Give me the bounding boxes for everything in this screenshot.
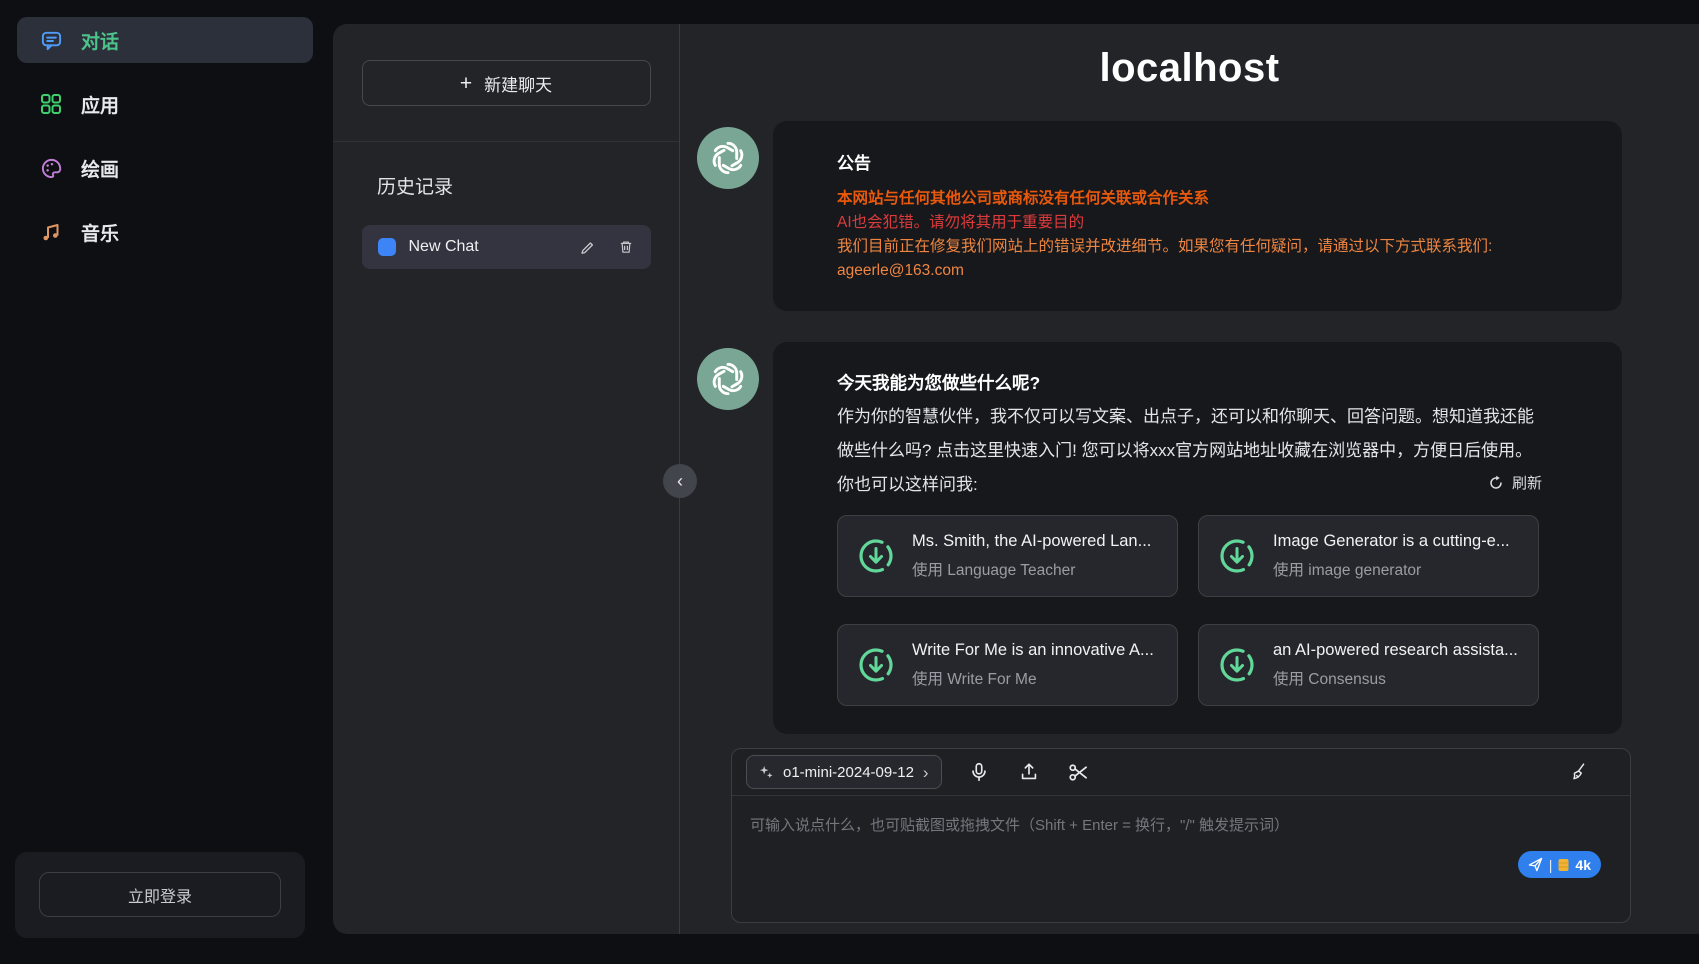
chat-bubble-icon [39, 28, 63, 52]
new-chat-button[interactable]: + 新建聊天 [362, 60, 651, 106]
notice-line: AI也会犯错。请勿将其用于重要目的 [837, 211, 1542, 235]
notice-line: 本网站与任何其他公司或商标没有任何关联或合作关系 [837, 187, 1542, 211]
download-circle-icon [1217, 536, 1257, 576]
download-circle-icon [856, 645, 896, 685]
refresh-icon [1488, 475, 1504, 491]
chat-color-icon [378, 238, 396, 256]
microphone-icon[interactable] [966, 759, 992, 785]
history-divider [333, 141, 679, 142]
refresh-button[interactable]: 刷新 [1488, 472, 1542, 493]
composer-input-area [732, 797, 1630, 922]
composer-toolbar: o1-mini-2024-09-12 › [732, 749, 1630, 796]
chevron-left-icon: ‹ [677, 471, 683, 492]
welcome-bubble: 今天我能为您做些什么呢? 作为你的智慧伙伴，我不仅可以写文案、出点子，还可以和你… [773, 342, 1622, 734]
model-selector[interactable]: o1-mini-2024-09-12 › [746, 755, 942, 789]
palette-icon [39, 156, 63, 180]
chatgpt-logo-icon [706, 357, 750, 401]
message-welcome: 今天我能为您做些什么呢? 作为你的智慧伙伴，我不仅可以写文案、出点子，还可以和你… [697, 342, 1699, 734]
sidebar-item-drawing[interactable]: 绘画 [17, 145, 313, 191]
notice-email-link[interactable]: ageerle@163.com [837, 259, 1542, 283]
sidebar-item-label: 绘画 [81, 155, 119, 182]
sidebar-item-chat[interactable]: 对话 [17, 17, 313, 63]
history-title: 历史记录 [377, 172, 679, 199]
page-title: localhost [680, 46, 1699, 91]
composer: o1-mini-2024-09-12 › [731, 748, 1631, 923]
sidebar-item-label: 应用 [81, 91, 119, 118]
avatar [697, 348, 759, 410]
clear-broom-icon[interactable] [1566, 759, 1592, 785]
suggestion-title: an AI-powered research assista... [1273, 641, 1518, 660]
notice-line: 我们目前正在修复我们网站上的错误并改进细节。如果您有任何疑问，请通过以下方式联系… [837, 235, 1542, 259]
suggestion-card[interactable]: Image Generator is a cutting-e... 使用 ima… [1198, 515, 1539, 597]
download-circle-icon [856, 536, 896, 576]
main-panel: + 新建聊天 历史记录 New Chat ‹ [333, 24, 1699, 934]
suggestion-title: Write For Me is an innovative A... [912, 641, 1154, 660]
sidebar: 对话 应用 绘画 [0, 0, 330, 964]
suggestion-subtitle: 使用 Write For Me [912, 667, 1154, 689]
notice-bubble: 公告 本网站与任何其他公司或商标没有任何关联或合作关系 AI也会犯错。请勿将其用… [773, 121, 1622, 311]
suggestion-subtitle: 使用 Language Teacher [912, 558, 1151, 580]
scissors-icon[interactable] [1066, 759, 1092, 785]
avatar [697, 127, 759, 189]
download-circle-icon [1217, 645, 1257, 685]
chatgpt-logo-icon [706, 136, 750, 180]
suggestion-cards: Ms. Smith, the AI-powered Lan... 使用 Lang… [837, 515, 1542, 706]
upload-icon[interactable] [1016, 759, 1042, 785]
sidebar-item-label: 音乐 [81, 219, 119, 246]
sidebar-item-apps[interactable]: 应用 [17, 81, 313, 127]
welcome-heading: 今天我能为您做些什么呢? [837, 370, 1542, 396]
refresh-label: 刷新 [1512, 472, 1542, 493]
message-notice: 公告 本网站与任何其他公司或商标没有任何关联或合作关系 AI也会犯错。请勿将其用… [697, 121, 1699, 311]
collapse-sidebar-button[interactable]: ‹ [663, 464, 697, 498]
new-chat-label: 新建聊天 [484, 71, 552, 96]
suggestion-card[interactable]: Write For Me is an innovative A... 使用 Wr… [837, 624, 1178, 706]
history-item-title: New Chat [409, 238, 559, 256]
message-input[interactable] [732, 797, 1630, 922]
delete-icon[interactable] [618, 239, 635, 256]
sparkles-icon [759, 765, 774, 780]
suggestion-card[interactable]: an AI-powered research assista... 使用 Con… [1198, 624, 1539, 706]
plus-icon: + [460, 73, 472, 94]
notice-heading: 公告 [837, 149, 1542, 174]
suggestion-subtitle: 使用 image generator [1273, 558, 1510, 580]
edit-icon[interactable] [580, 239, 597, 256]
coin-icon [1558, 858, 1569, 872]
sidebar-item-music[interactable]: 音乐 [17, 209, 313, 255]
welcome-body: 作为你的智慧伙伴，我不仅可以写文案、出点子，还可以和你聊天、回答问题。想知道我还… [837, 400, 1542, 468]
suggestion-subtitle: 使用 Consensus [1273, 667, 1518, 689]
history-item[interactable]: New Chat [362, 225, 651, 269]
suggestion-title: Ms. Smith, the AI-powered Lan... [912, 532, 1151, 551]
token-badge[interactable]: | 4k [1518, 851, 1601, 878]
ask-hint: 你也可以这样问我: [837, 470, 978, 495]
login-button[interactable]: 立即登录 [39, 872, 281, 917]
history-panel: + 新建聊天 历史记录 New Chat ‹ [333, 24, 680, 934]
chat-area: localhost [680, 24, 1699, 934]
suggestion-card[interactable]: Ms. Smith, the AI-powered Lan... 使用 Lang… [837, 515, 1178, 597]
login-card: 立即登录 [15, 852, 305, 938]
suggestion-title: Image Generator is a cutting-e... [1273, 532, 1510, 551]
apps-grid-icon [39, 92, 63, 116]
sidebar-item-label: 对话 [81, 27, 119, 54]
model-label: o1-mini-2024-09-12 [783, 764, 914, 781]
token-count: 4k [1575, 857, 1591, 873]
send-plane-icon [1528, 857, 1543, 872]
chevron-right-icon: › [923, 764, 929, 781]
music-note-icon [39, 220, 63, 244]
badge-divider: | [1549, 857, 1553, 873]
